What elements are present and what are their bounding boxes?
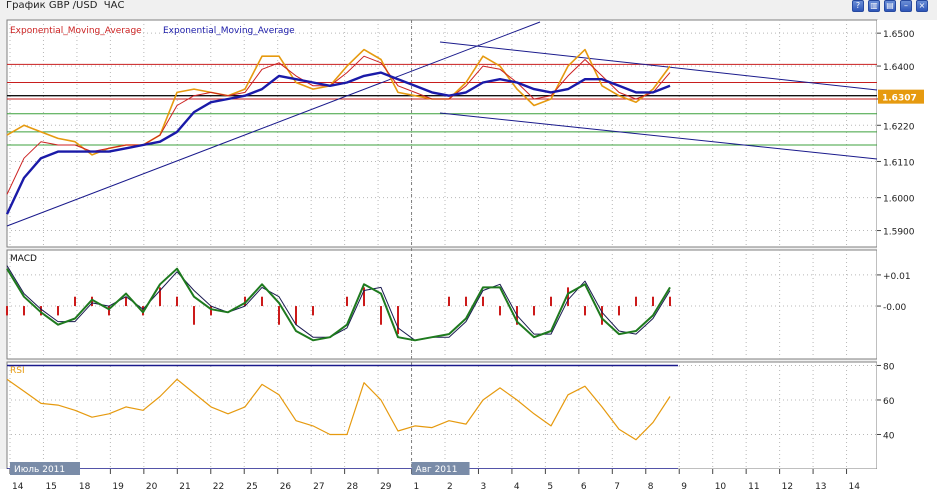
x-tick-label: 6: [581, 482, 587, 492]
x-tick-label: 3: [480, 482, 486, 492]
x-tick-label: 20: [146, 482, 158, 492]
x-tick-label: 14: [12, 482, 24, 492]
x-tick-label: 10: [715, 482, 727, 492]
y-tick-label: 60: [883, 397, 895, 407]
y-tick-label: 1.6400: [883, 63, 915, 73]
legend-ema-fast: Exponential_Moving_Average: [10, 26, 142, 36]
rsi-title: RSI: [10, 366, 25, 376]
x-tick-label: 29: [380, 482, 392, 492]
x-tick-label: 9: [681, 482, 687, 492]
x-tick-label: 12: [782, 482, 793, 492]
x-tick-label: 18: [79, 482, 91, 492]
x-tick-label: 21: [179, 482, 190, 492]
x-tick-label: 1: [414, 482, 420, 492]
y-tick-label: 40: [883, 431, 895, 441]
y-tick-label: -0.00: [883, 303, 907, 313]
current-price-label: 1.6307: [882, 94, 917, 104]
x-tick-label: 14: [849, 482, 861, 492]
x-tick-label: 2: [447, 482, 453, 492]
y-tick-label: 1.6000: [883, 195, 915, 205]
x-tick-label: 4: [514, 482, 520, 492]
chart-window: График GBP /USD ЧАС ? ▥ ▤ – × 1.6500 1.64…: [0, 0, 937, 501]
y-tick-label: 1.6110: [883, 158, 915, 168]
y-tick-label: 1.5900: [883, 228, 915, 238]
y-tick-label: 1.6220: [883, 122, 915, 132]
x-tick-label: 13: [815, 482, 826, 492]
month-label: Июль 2011: [14, 465, 65, 475]
chart-canvas[interactable]: 1.65001.64001.63001.62201.61101.60001.59…: [0, 0, 937, 501]
y-tick-label: 1.6500: [883, 30, 915, 40]
x-tick-label: 15: [45, 482, 56, 492]
x-tick-label: 19: [112, 482, 124, 492]
macd-title: MACD: [10, 254, 37, 264]
month-label: Авг 2011: [416, 465, 458, 475]
x-tick-label: 27: [313, 482, 324, 492]
legend-ema-slow: Exponential_Moving_Average: [163, 26, 295, 36]
x-tick-label: 8: [648, 482, 654, 492]
y-tick-label: 80: [883, 362, 895, 372]
x-tick-label: 11: [748, 482, 759, 492]
y-tick-label: +0.01: [883, 272, 911, 282]
x-tick-label: 26: [280, 482, 292, 492]
x-tick-label: 25: [246, 482, 257, 492]
x-tick-label: 22: [213, 482, 224, 492]
x-tick-label: 5: [547, 482, 553, 492]
x-tick-label: 7: [614, 482, 620, 492]
x-tick-label: 28: [347, 482, 359, 492]
